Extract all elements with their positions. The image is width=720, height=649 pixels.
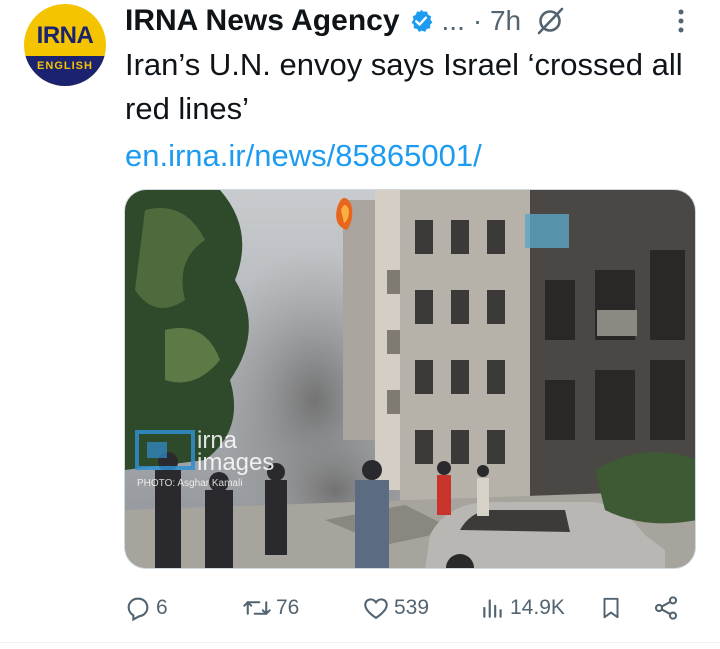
retweet-button[interactable]: 76 bbox=[242, 588, 299, 628]
avatar-logo-text: IRNA bbox=[36, 22, 94, 49]
views-count: 14.9K bbox=[510, 596, 565, 619]
watermark-sub: images bbox=[197, 449, 274, 476]
like-count: 539 bbox=[394, 596, 430, 619]
tweet-header: IRNA News Agency ... · 7h bbox=[125, 0, 705, 42]
share-icon bbox=[652, 594, 680, 622]
more-options-icon[interactable] bbox=[672, 8, 690, 34]
retweet-icon bbox=[242, 594, 272, 622]
bookmark-button[interactable] bbox=[598, 588, 624, 628]
tweet-time[interactable]: · 7h bbox=[473, 5, 521, 37]
watermark-credit: PHOTO: Asghar Kamali bbox=[137, 478, 242, 489]
tweet-divider bbox=[0, 642, 720, 643]
street-explosion-photo: irna images PHOTO: Asghar Kamali bbox=[125, 190, 695, 568]
share-button[interactable] bbox=[652, 588, 680, 628]
action-bar: 6 76 539 14.9K bbox=[124, 588, 696, 628]
reply-count: 6 bbox=[156, 596, 168, 619]
views-button[interactable]: 14.9K bbox=[480, 588, 565, 628]
retweet-count: 76 bbox=[276, 596, 300, 619]
reply-button[interactable]: 6 bbox=[124, 588, 168, 628]
avatar[interactable]: IRNA ENGLISH bbox=[24, 4, 106, 86]
verified-badge-icon bbox=[408, 8, 434, 34]
like-button[interactable]: 539 bbox=[362, 588, 429, 628]
handle-ellipsis[interactable]: ... bbox=[442, 5, 465, 37]
tweet-photo[interactable]: irna images PHOTO: Asghar Kamali bbox=[124, 189, 696, 569]
avatar-subtext: ENGLISH bbox=[37, 60, 93, 72]
bookmark-icon bbox=[598, 594, 624, 622]
tweet-text: Iran’s U.N. envoy says Israel ‘crossed a… bbox=[125, 47, 683, 126]
account-name[interactable]: IRNA News Agency bbox=[125, 4, 400, 38]
heart-icon bbox=[362, 594, 390, 622]
reply-icon bbox=[124, 594, 152, 622]
grok-icon[interactable] bbox=[535, 6, 565, 36]
tweet-link[interactable]: en.irna.ir/news/85865001/ bbox=[125, 134, 482, 178]
views-chart-icon bbox=[480, 595, 506, 621]
